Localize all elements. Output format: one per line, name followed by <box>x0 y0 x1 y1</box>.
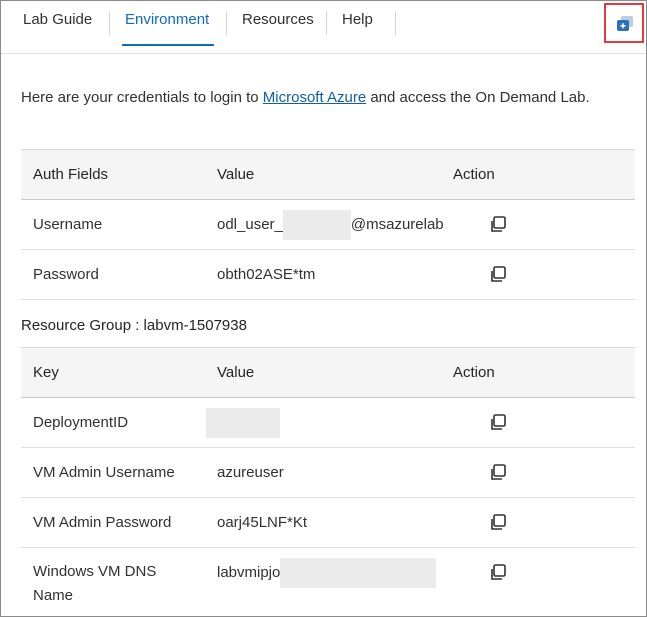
popout-button[interactable] <box>604 3 644 43</box>
header-action: Action <box>453 166 495 183</box>
tab-bar: Lab Guide Environment Resources Help <box>1 1 646 54</box>
field-password: Password <box>33 266 99 283</box>
tab-help[interactable]: Help <box>342 1 373 47</box>
tab-divider <box>326 11 327 35</box>
copy-icon[interactable] <box>489 216 506 233</box>
active-tab-indicator <box>122 44 214 46</box>
table-row: DeploymentID <box>21 398 635 448</box>
field-username: Username <box>33 216 103 233</box>
auth-table: Auth Fields Value Action Username odl_us… <box>21 149 635 300</box>
password-value: obth02ASE*tm <box>217 266 316 283</box>
deployment-id-value <box>206 398 280 447</box>
copy-icon[interactable] <box>489 266 506 283</box>
username-value: odl_user_ @msazurelab <box>217 200 444 249</box>
header-value: Value <box>217 364 255 381</box>
tab-divider <box>226 11 227 35</box>
key-vm-admin-password: VM Admin Password <box>33 514 172 531</box>
key-windows-vm-dns-name: Windows VM DNS Name <box>33 560 156 608</box>
microsoft-azure-link[interactable]: Microsoft Azure <box>263 89 366 106</box>
table-row: Windows VM DNS Name labvmipjo <box>21 548 635 608</box>
environment-panel: Lab Guide Environment Resources Help Her… <box>0 0 647 617</box>
copy-icon[interactable] <box>489 414 506 431</box>
header-auth-fields: Auth Fields <box>33 166 109 183</box>
redacted-block <box>282 210 351 241</box>
key-line: Windows VM DNS <box>33 563 157 580</box>
table-header-row: Auth Fields Value Action <box>21 149 635 200</box>
dns-name-prefix: labvmipjo <box>217 564 281 581</box>
key-deployment-id: DeploymentID <box>33 414 129 431</box>
copy-icon[interactable] <box>489 514 506 531</box>
popout-window-icon <box>617 16 633 31</box>
tab-resources[interactable]: Resources <box>242 1 314 47</box>
dns-name-value: labvmipjo <box>217 548 437 597</box>
table-row: Username odl_user_ @msazurelab <box>21 200 635 250</box>
vm-admin-password-value: oarj45LNF*Kt <box>217 514 308 531</box>
table-row: VM Admin Username azureuser <box>21 448 635 498</box>
table-row: VM Admin Password oarj45LNF*Kt <box>21 498 635 548</box>
copy-icon[interactable] <box>489 464 506 481</box>
resource-group-title: Resource Group : labvm-1507938 <box>21 317 247 334</box>
header-value: Value <box>217 166 255 183</box>
tab-lab-guide[interactable]: Lab Guide <box>23 1 92 47</box>
intro-text: Here are your credentials to login to <box>21 89 263 106</box>
header-action: Action <box>453 364 495 381</box>
resource-table: Key Value Action DeploymentID VM Admin U… <box>21 347 635 608</box>
key-vm-admin-username: VM Admin Username <box>33 464 175 481</box>
header-key: Key <box>33 364 59 381</box>
table-row: Password obth02ASE*tm <box>21 250 635 300</box>
redacted-block <box>280 558 437 589</box>
username-prefix: odl_user_ <box>217 216 283 233</box>
intro-text-suffix: and access the On Demand Lab. <box>366 89 590 106</box>
credentials-intro: Here are your credentials to login to Mi… <box>21 89 590 106</box>
tab-environment[interactable]: Environment <box>125 1 209 47</box>
tab-divider <box>395 11 396 35</box>
copy-icon[interactable] <box>489 564 506 581</box>
key-line: Name <box>33 587 74 604</box>
table-header-row: Key Value Action <box>21 347 635 398</box>
tab-divider <box>109 11 110 35</box>
vm-admin-username-value: azureuser <box>217 464 284 481</box>
redacted-block <box>206 408 280 439</box>
username-suffix: @msazurelab <box>350 216 444 233</box>
